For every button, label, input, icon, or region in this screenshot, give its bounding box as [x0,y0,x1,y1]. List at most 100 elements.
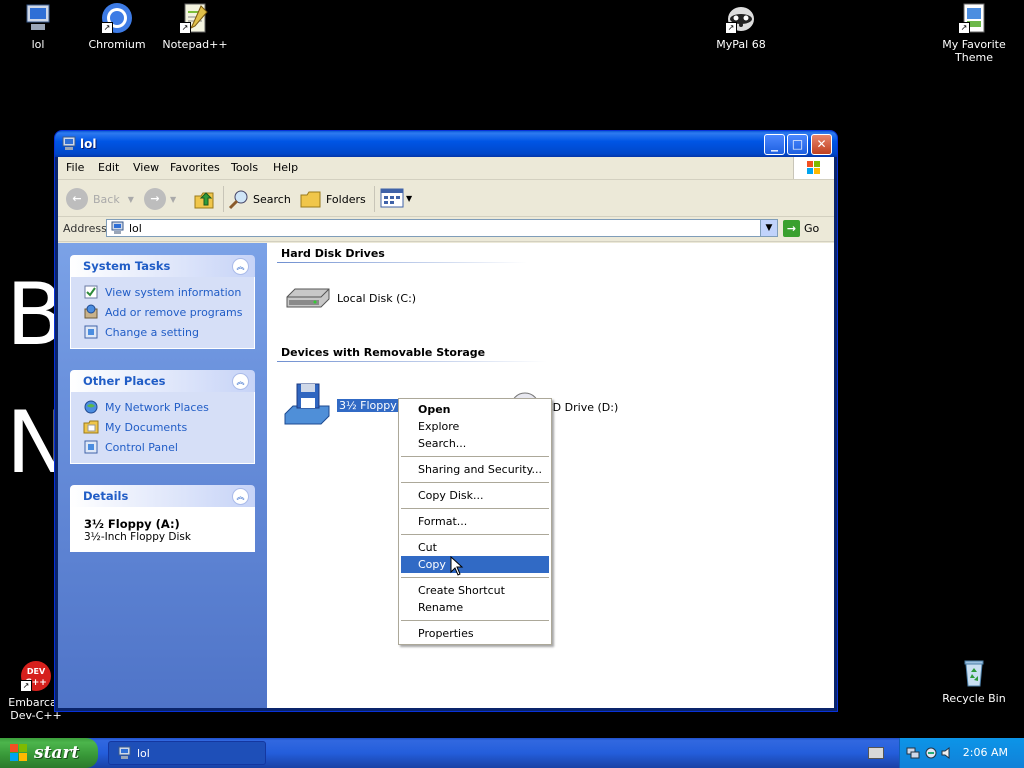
desktop-icon-recycle-bin[interactable]: Recycle Bin [936,656,1012,705]
other-places-header[interactable]: Other Places ︽ [70,370,255,392]
recycle-bin-icon [958,656,990,688]
theme-file-icon: ↗ [958,2,990,34]
desktop-icon-lol[interactable]: lol [0,2,76,51]
menu-favorites[interactable]: Favorites [170,161,220,174]
place-label: My Documents [105,420,188,434]
task-change-setting[interactable]: Change a setting [71,322,254,342]
context-item-explore[interactable]: Explore [401,418,549,435]
task-label: View system information [105,285,242,299]
desktop-icon-mypal[interactable]: ↗ MyPal 68 [703,2,779,51]
menu-file[interactable]: File [66,161,84,174]
desktop-icon-label: Chromium [88,38,146,51]
up-folder-icon [194,192,214,209]
back-arrow-icon: ← [66,188,88,210]
my-documents-icon [83,420,99,434]
place-my-documents[interactable]: My Documents [71,417,254,437]
address-input[interactable]: lol ▼ [106,219,778,237]
search-button[interactable]: Search [228,188,291,210]
task-view-system-information[interactable]: View system information [71,282,254,302]
details-header[interactable]: Details ︽ [70,485,255,507]
place-label: My Network Places [105,400,209,414]
system-tasks-header[interactable]: System Tasks ︽ [70,255,255,277]
details-title: Details [83,489,129,503]
go-arrow-icon: → [783,220,800,237]
window-titlebar[interactable]: lol _ □ ✕ [55,131,837,157]
devcpp-icon: DEV C++ ↗ [20,660,52,692]
desktop-icon-theme[interactable]: ↗ My Favorite Theme [936,2,1012,64]
drive-local-disk-c[interactable]: Local Disk (C:) [283,283,416,313]
search-label: Search [253,192,291,206]
context-item-create-shortcut[interactable]: Create Shortcut [401,582,549,599]
menu-help[interactable]: Help [273,161,298,174]
context-separator [401,577,549,578]
up-folder-button[interactable] [193,188,215,210]
menu-edit[interactable]: Edit [98,161,119,174]
desktop-icon-chromium[interactable]: ↗ Chromium [79,2,155,51]
start-button[interactable]: start [0,738,98,768]
network-icon[interactable] [906,746,920,760]
context-item-rename[interactable]: Rename [401,599,549,616]
back-button[interactable]: ← Back ▼ [66,188,134,210]
group-divider [277,262,527,263]
context-separator [401,456,549,457]
windows-logo-icon [793,157,834,179]
collapse-chevron-icon[interactable]: ︽ [232,373,249,390]
toolbar-separator [374,186,375,212]
desktop-icon-label: lol [31,38,45,51]
folders-label: Folders [326,192,366,206]
group-header-hard-disk-drives: Hard Disk Drives [281,247,385,260]
context-item-sharing-security[interactable]: Sharing and Security... [401,461,549,478]
menu-view[interactable]: View [133,161,159,174]
computer-icon [22,2,54,34]
context-item-format[interactable]: Format... [401,513,549,530]
clock[interactable]: 2:06 AM [963,746,1008,759]
close-button[interactable]: ✕ [811,134,832,155]
chevron-down-icon: ▼ [406,193,413,203]
chevron-down-icon: ▼ [170,194,177,204]
add-remove-programs-icon [84,304,98,319]
shortcut-arrow-icon: ↗ [179,22,191,34]
views-button[interactable]: ▼ [380,188,412,208]
context-item-open[interactable]: Open [401,401,549,418]
shortcut-arrow-icon: ↗ [958,22,970,34]
context-menu: Open Explore Search... Sharing and Secur… [398,398,552,645]
forward-arrow-icon: → [144,188,166,210]
views-icon [380,188,404,208]
folders-button[interactable]: Folders [300,188,366,210]
details-body: 3½ Floppy (A:) 3½-Inch Floppy Disk [70,507,255,552]
taskbar-button-label: lol [137,747,150,760]
toolbar: ← Back ▼ → ▼ Search Folders ▼ [58,180,834,217]
shortcut-arrow-icon: ↗ [20,680,32,692]
context-item-copy[interactable]: Copy [401,556,549,573]
details-item-name: 3½ Floppy (A:) [84,517,180,531]
system-tasks-title: System Tasks [83,259,171,273]
collapse-chevron-icon[interactable]: ︽ [232,258,249,275]
maximize-button[interactable]: □ [787,134,808,155]
taskbar-button-lol[interactable]: lol [108,741,266,765]
forward-button[interactable]: → ▼ [144,188,176,210]
chromium-icon: ↗ [101,2,133,34]
desktop-icon-notepadpp[interactable]: ↗ Notepad++ [157,2,233,51]
go-button[interactable]: → Go [783,220,819,237]
context-item-properties[interactable]: Properties [401,625,549,642]
context-separator [401,508,549,509]
context-item-search[interactable]: Search... [401,435,549,452]
address-bar: Address lol ▼ → Go [58,217,834,242]
volume-icon[interactable] [940,746,954,760]
menu-tools[interactable]: Tools [231,161,258,174]
address-dropdown-button[interactable]: ▼ [760,220,777,236]
desktop-icon-label: My Favorite Theme [942,38,1006,64]
computer-icon [61,136,77,152]
safely-remove-hardware-icon[interactable] [924,746,938,760]
context-item-cut[interactable]: Cut [401,539,549,556]
control-panel-icon [84,325,98,339]
collapse-chevron-icon[interactable]: ︽ [232,488,249,505]
shortcut-arrow-icon: ↗ [101,22,113,34]
minimize-button[interactable]: _ [764,134,785,155]
place-my-network-places[interactable]: My Network Places [71,397,254,417]
keyboard-layout-icon[interactable] [868,747,884,759]
task-add-remove-programs[interactable]: Add or remove programs [71,302,254,322]
place-control-panel[interactable]: Control Panel [71,437,254,457]
context-item-copy-disk[interactable]: Copy Disk... [401,487,549,504]
back-label: Back [93,192,120,206]
